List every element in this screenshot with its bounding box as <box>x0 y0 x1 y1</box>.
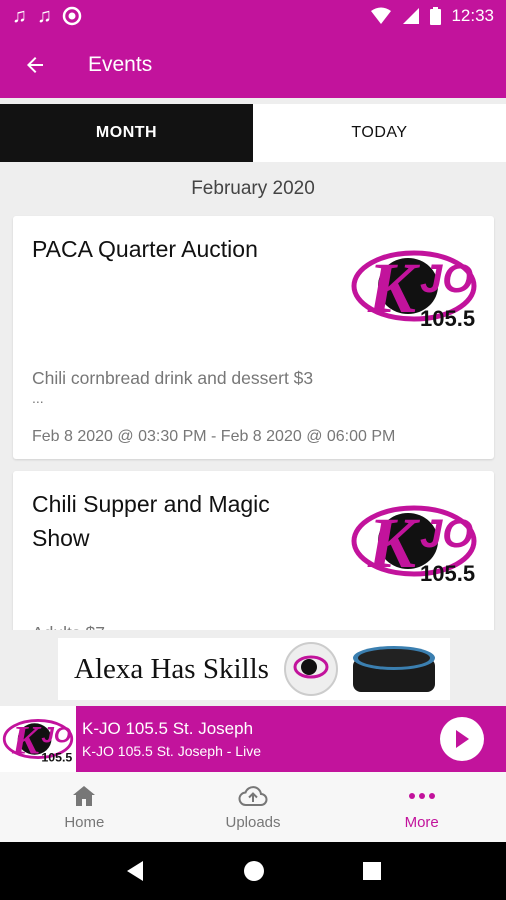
back-triangle-icon[interactable] <box>123 859 147 883</box>
kjo-logo-icon: K JO 105.5 <box>351 248 477 330</box>
status-bar: ♫ ♫ 12:33 <box>0 0 506 32</box>
svg-text:JO: JO <box>420 257 473 301</box>
music-note-icon: ♫ <box>37 4 52 27</box>
tab-month[interactable]: MONTH <box>0 104 253 162</box>
alexa-skill-icon <box>283 642 338 696</box>
events-list[interactable]: February 2020 PACA Quarter Auction K JO … <box>0 162 506 630</box>
battery-icon <box>430 7 442 25</box>
nav-label: Home <box>64 813 105 831</box>
play-icon <box>456 730 469 748</box>
status-time: 12:33 <box>451 6 494 25</box>
tab-today[interactable]: TODAY <box>253 104 506 162</box>
ad-content[interactable]: Alexa Has Skills <box>58 638 450 700</box>
system-navigation-bar <box>0 842 506 900</box>
event-description-more: ... <box>32 390 44 406</box>
record-icon <box>62 6 82 26</box>
event-card[interactable]: Chili Supper and Magic Show K JO 105.5 A… <box>13 471 494 630</box>
cloud-upload-icon <box>238 785 268 806</box>
svg-text:JO: JO <box>420 512 473 556</box>
back-button[interactable] <box>0 32 70 98</box>
svg-text:K: K <box>367 503 421 583</box>
event-title: PACA Quarter Auction <box>32 236 258 262</box>
bottom-navigation: Home Uploads More <box>0 772 506 842</box>
svg-text:K: K <box>11 718 42 763</box>
svg-text:105.5: 105.5 <box>420 561 475 585</box>
nav-home[interactable]: Home <box>0 772 169 842</box>
echo-dot-icon <box>352 646 435 692</box>
station-logo: K JO 105.5 <box>0 706 76 772</box>
page-title: Events <box>88 53 153 76</box>
svg-text:K: K <box>367 248 421 328</box>
now-playing-bar[interactable]: K JO 105.5 K-JO 105.5 St. Joseph K-JO 10… <box>0 706 506 772</box>
event-description: Adults $7 <box>32 621 105 630</box>
event-card[interactable]: PACA Quarter Auction K JO 105.5 Chili co… <box>13 216 494 459</box>
recents-square-icon[interactable] <box>361 860 383 882</box>
player-title: K-JO 105.5 St. Joseph <box>82 719 254 738</box>
nav-more[interactable]: More <box>337 772 506 842</box>
month-header: February 2020 <box>191 178 315 199</box>
event-date: Feb 8 2020 @ 03:30 PM - Feb 8 2020 @ 06:… <box>32 428 396 445</box>
wifi-icon <box>371 7 392 24</box>
music-note-icon: ♫ <box>12 4 27 27</box>
event-title: Chili Supper and Magic Show <box>32 491 270 551</box>
player-info: K-JO 105.5 St. Joseph K-JO 105.5 St. Jos… <box>82 719 440 759</box>
ad-banner[interactable]: Alexa Has Skills <box>0 630 506 706</box>
ad-text: Alexa Has Skills <box>74 652 269 685</box>
nav-label: Uploads <box>225 813 281 831</box>
svg-text:JO: JO <box>41 722 72 747</box>
app-bar: Events <box>0 32 506 98</box>
arrow-left-icon <box>27 57 43 73</box>
signal-icon <box>403 8 420 24</box>
home-circle-icon[interactable] <box>242 859 266 883</box>
kjo-logo-icon: K JO 105.5 <box>351 503 477 585</box>
tab-bar: MONTH TODAY <box>0 104 506 162</box>
home-icon <box>73 785 96 806</box>
kjo-logo-icon: K JO 105.5 <box>2 718 74 765</box>
event-description: Chili cornbread drink and dessert $3 <box>32 368 314 388</box>
svg-text:105.5: 105.5 <box>41 751 72 765</box>
more-icon <box>408 792 435 799</box>
svg-text:105.5: 105.5 <box>420 306 475 330</box>
play-button[interactable] <box>440 717 484 761</box>
nav-label: More <box>404 813 439 831</box>
player-subtitle: K-JO 105.5 St. Joseph - Live <box>82 743 261 759</box>
nav-uploads[interactable]: Uploads <box>169 772 338 842</box>
